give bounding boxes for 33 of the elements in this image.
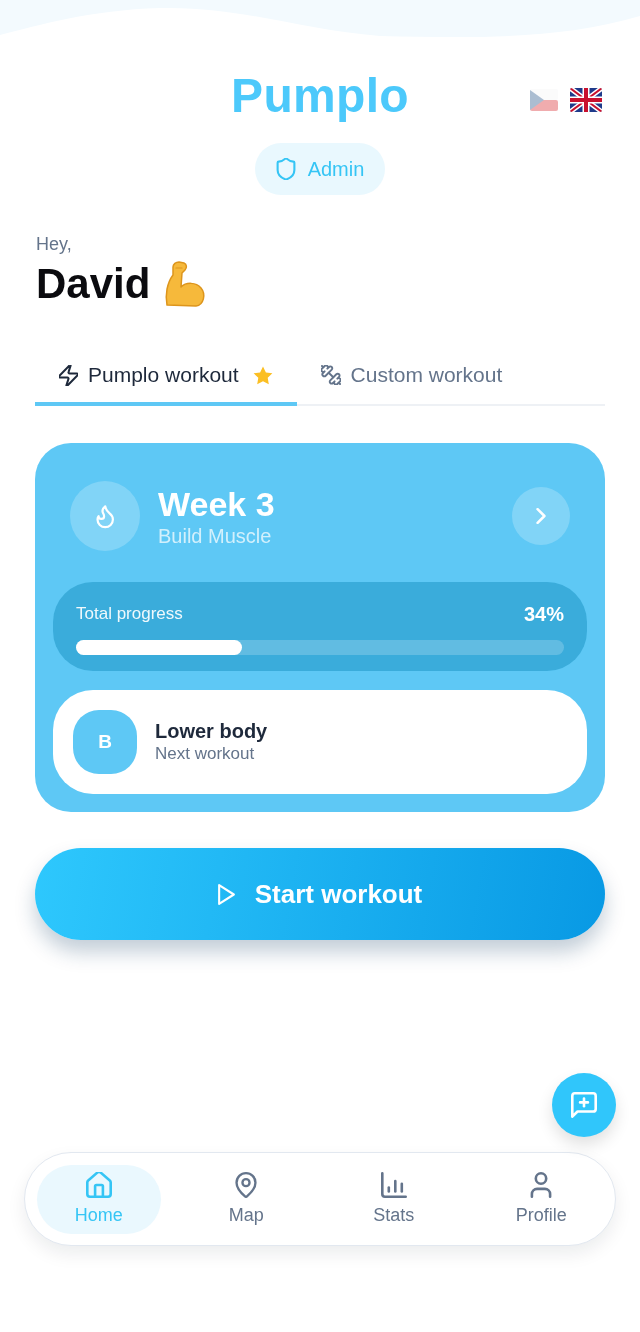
home-icon — [85, 1172, 112, 1198]
lightning-icon — [59, 364, 78, 386]
progress-label: Total progress — [76, 604, 183, 624]
workout-letter-badge: B — [73, 710, 137, 774]
program-goal: Build Muscle — [158, 524, 273, 548]
bar-chart-icon — [380, 1172, 407, 1198]
nav-item[interactable]: Profile — [479, 1164, 604, 1234]
flexed-biceps-icon — [162, 261, 207, 307]
nav-item[interactable]: Map — [184, 1164, 309, 1234]
shield-icon — [275, 158, 296, 180]
czech-flag-icon[interactable] — [530, 89, 558, 111]
flame-icon — [70, 481, 140, 551]
new-message-button[interactable] — [552, 1073, 616, 1137]
user-name: David — [36, 260, 151, 308]
start-workout-button[interactable]: Start workout — [35, 848, 605, 940]
union-jack-flag-icon[interactable] — [570, 88, 602, 112]
map-pin-icon — [234, 1172, 259, 1198]
workout-name: Lower body — [155, 719, 268, 743]
role-label: Admin — [307, 157, 365, 181]
next-workout-panel[interactable]: B Lower body Next workout — [53, 690, 587, 794]
progress-reading: 34% — [523, 602, 564, 626]
chevron-right-icon — [536, 508, 546, 524]
greeting-text: Hey, — [36, 233, 73, 255]
message-plus-icon — [571, 1092, 597, 1118]
app-logo: Pumplo — [231, 68, 409, 124]
workout-tab[interactable]: Pumplo workout — [35, 348, 297, 406]
user-icon — [529, 1172, 554, 1198]
workout-caption: Next workout — [155, 743, 256, 765]
nav-item[interactable]: Stats — [331, 1164, 456, 1234]
dumbbell-icon — [320, 365, 341, 385]
play-icon — [217, 883, 235, 905]
workout-tab[interactable]: Custom workout — [296, 348, 527, 406]
week-title: Week 3 — [158, 484, 276, 524]
